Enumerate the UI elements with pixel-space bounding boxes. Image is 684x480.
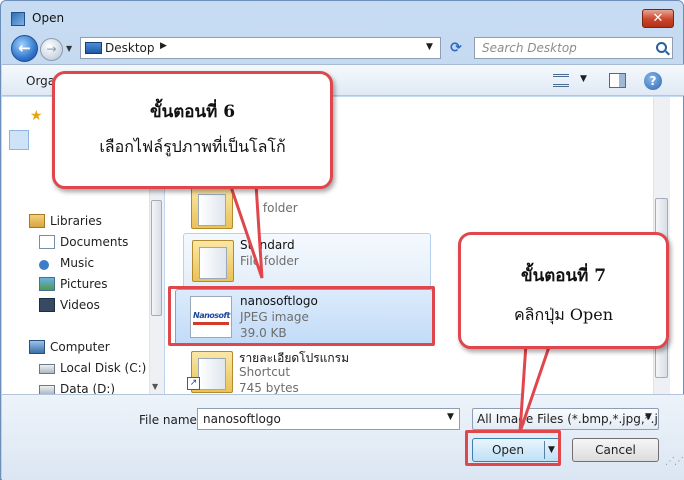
sidebar-item-data-disk[interactable]: Data (D:) — [2, 379, 152, 394]
address-location[interactable]: Desktop — [105, 41, 155, 55]
file-item-shortcut[interactable]: รายละเอียดโปรแกรม Shortcut 745 bytes — [183, 345, 431, 394]
videos-icon — [39, 298, 55, 312]
search-input[interactable]: Search Desktop — [474, 37, 673, 59]
file-name-dropdown-icon[interactable]: ▼ — [447, 412, 454, 422]
dialog-title: Open — [32, 11, 65, 25]
help-icon[interactable]: ? — [644, 72, 662, 90]
callout-step-6: ขั้นตอนที่ 6 เลือกไฟล์รูปภาพที่เป็นโลโก้ — [52, 71, 333, 189]
resize-grip-icon[interactable]: ⋰⋰ — [665, 456, 684, 467]
shortcut-arrow-icon: ↗ — [187, 377, 200, 390]
desktop-icon — [85, 42, 102, 54]
file-name-value[interactable]: nanosoftlogo — [203, 412, 281, 426]
favorites-star-icon[interactable]: ★ — [30, 108, 43, 124]
close-button[interactable]: ✕ — [642, 9, 674, 28]
cancel-button[interactable]: Cancel — [572, 438, 659, 462]
organize-button[interactable]: Orga — [26, 74, 55, 88]
file-item-standard[interactable]: Standard File folder — [183, 233, 431, 289]
file-type: Shortcut — [239, 365, 291, 379]
breadcrumb-arrow-icon[interactable]: ▶ — [160, 41, 167, 51]
file-item-folder[interactable]: File folder — [183, 181, 431, 237]
callout-step-7-tail — [518, 344, 552, 433]
callout-step-7-text: คลิกปุ่ม Open — [513, 305, 614, 324]
callout-step-6-title: ขั้นตอนที่ 6 — [149, 102, 236, 122]
file-type-filter[interactable]: All Image Files (*.bmp,*.jpg,*.jp — [472, 408, 659, 430]
sidebar-item-music[interactable]: Music — [2, 253, 152, 273]
sidebar-item-videos[interactable]: Videos — [2, 295, 152, 315]
sidebar-item-label: Documents — [60, 235, 129, 249]
sidebar-item-libraries[interactable]: Libraries — [2, 211, 152, 231]
preview-pane-icon[interactable] — [609, 73, 626, 88]
navigation-bar: ← → ▼ Desktop ▶ ▼ ⟳ Search Desktop — [1, 35, 683, 62]
documents-icon — [39, 235, 55, 249]
sidebar-item-documents[interactable]: Documents — [2, 232, 152, 252]
search-placeholder: Search Desktop — [482, 41, 577, 55]
sidebar-item-label: Pictures — [60, 277, 108, 291]
back-button[interactable]: ← — [11, 35, 38, 62]
forward-button[interactable]: → — [40, 38, 63, 61]
sidebar-item-pictures[interactable]: Pictures — [2, 274, 152, 294]
library-icon — [29, 214, 45, 228]
navigation-scroll-thumb[interactable] — [151, 200, 162, 316]
file-size: 745 bytes — [239, 381, 299, 394]
dialog-icon — [11, 12, 25, 26]
callout-step-7: ขั้นตอนที่ 7 คลิกปุ่ม Open — [458, 232, 669, 349]
refresh-button[interactable]: ⟳ — [445, 38, 467, 59]
dialog-footer: File name: nanosoftlogo ▼ All Image File… — [2, 394, 684, 480]
computer-icon — [29, 340, 45, 354]
sidebar-item-label: Videos — [60, 298, 100, 312]
callout-step-6-tail — [228, 184, 264, 279]
search-icon[interactable] — [656, 42, 667, 53]
sidebar-item-label: Data (D:) — [60, 382, 116, 394]
title-bar: Open ✕ — [1, 1, 683, 35]
sidebar-item-local-disk[interactable]: Local Disk (C:) — [2, 358, 152, 378]
sidebar-item-label: Local Disk (C:) — [60, 361, 147, 375]
sidebar-item-label: Computer — [50, 340, 110, 354]
scroll-down-icon[interactable]: ▼ — [152, 382, 158, 391]
address-bar[interactable]: Desktop ▶ ▼ — [80, 37, 441, 59]
selected-nav-item[interactable] — [9, 130, 29, 150]
recent-locations-dropdown[interactable]: ▼ — [66, 44, 72, 53]
filter-dropdown-icon[interactable]: ▼ — [645, 412, 652, 422]
sidebar-item-computer[interactable]: Computer — [2, 337, 152, 357]
disk-icon — [39, 364, 55, 374]
change-view-icon[interactable] — [553, 74, 569, 87]
file-highlight-box — [168, 286, 435, 346]
pictures-icon — [39, 277, 55, 291]
address-dropdown-icon[interactable]: ▼ — [426, 42, 433, 52]
sidebar-item-label: Music — [60, 256, 95, 270]
file-name-field[interactable]: nanosoftlogo — [197, 408, 460, 430]
file-type-filter-value[interactable]: All Image Files (*.bmp,*.jpg,*.jp — [477, 412, 658, 426]
music-icon — [39, 260, 49, 270]
sidebar-item-label: Libraries — [50, 214, 102, 228]
disk-icon — [39, 385, 55, 394]
view-dropdown-icon[interactable]: ▼ — [580, 74, 587, 84]
callout-step-7-title: ขั้นตอนที่ 7 — [520, 266, 607, 286]
callout-step-6-text: เลือกไฟล์รูปภาพที่เป็นโลโก้ — [99, 137, 286, 156]
file-name-label: File name: — [139, 413, 201, 427]
